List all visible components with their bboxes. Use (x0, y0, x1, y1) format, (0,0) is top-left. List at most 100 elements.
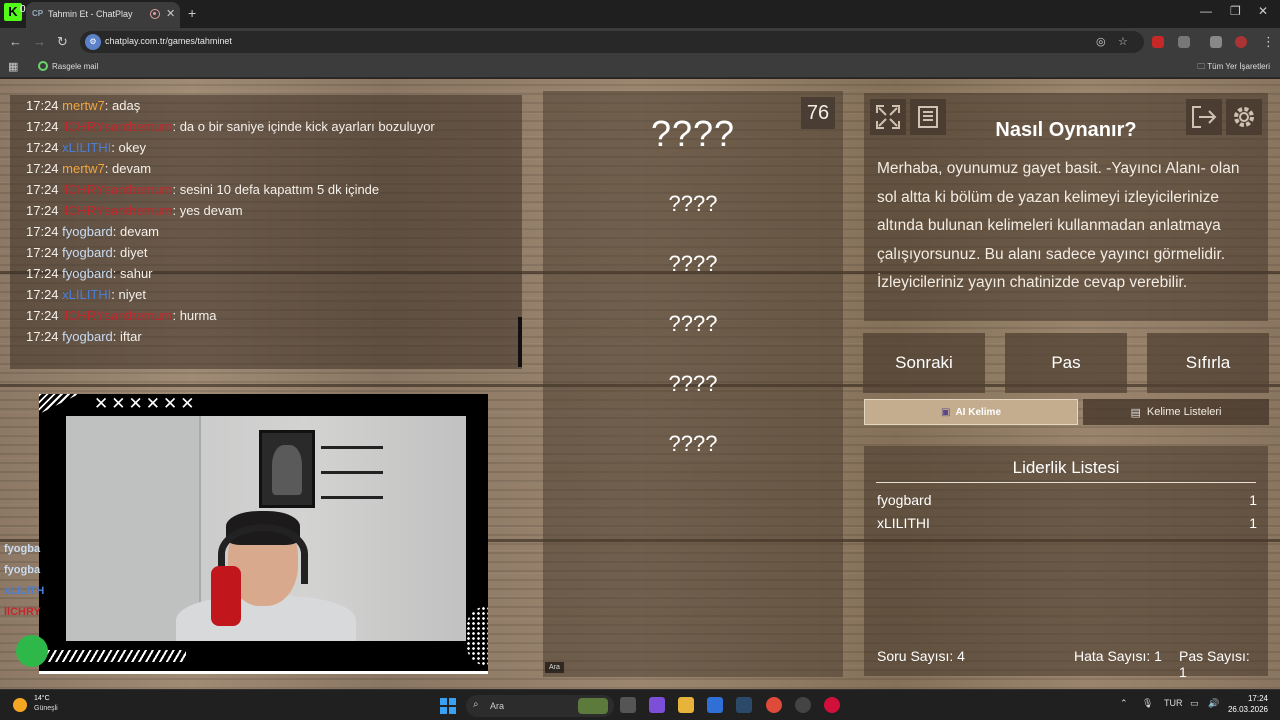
chat-text: : niyet (111, 287, 146, 302)
cam-shelf (321, 496, 383, 499)
file-explorer-icon[interactable] (678, 697, 694, 713)
app-icon[interactable] (824, 697, 840, 713)
chat-time: 17:24 (26, 182, 59, 197)
forbidden-word: ???? (668, 251, 718, 276)
forward-icon[interactable]: → (33, 34, 46, 49)
apps-grid-icon[interactable]: ▦ (8, 60, 18, 73)
chat-username[interactable]: fyogbard (62, 224, 113, 239)
chat-username[interactable]: fyogbard (62, 245, 113, 260)
microphone-icon[interactable]: 🎙 (1142, 698, 1153, 709)
taskbar-search[interactable]: ⌕ Ara (466, 695, 614, 717)
chat-username[interactable]: llCHRYsanthemum (62, 308, 172, 323)
tab-title: Tahmin Et - ChatPlay (48, 9, 133, 19)
back-icon[interactable]: ← (9, 34, 22, 49)
tray-overflow-icon[interactable]: ⌃ (1120, 698, 1128, 709)
error-count: Hata Sayısı: 1 (1074, 648, 1162, 664)
chat-message: 17:24 llCHRYsanthemum: yes devam (10, 200, 522, 221)
menu-icon[interactable]: ⋮ (1262, 34, 1275, 50)
green-circle-button[interactable] (16, 635, 48, 667)
copilot-icon[interactable] (649, 697, 665, 713)
chat-text: : iftar (112, 329, 142, 344)
word-column: 76 ???? ???????????????????? Ara (543, 91, 843, 677)
chat-message: 17:24 mertw7: adaş (10, 95, 522, 116)
forbidden-word: ???? (668, 191, 718, 216)
tab-ai-word[interactable]: ▣ AI Kelime (864, 399, 1078, 425)
taskbar-search-text: Ara (490, 701, 505, 711)
tab-close-icon[interactable]: ✕ (166, 7, 175, 20)
minimize-button[interactable]: — (1200, 4, 1212, 18)
overflow-name: xLILITH (4, 585, 45, 597)
robot-icon: ▣ (940, 406, 951, 418)
main-word: ???? (650, 113, 736, 154)
maximize-button[interactable]: ❐ (1230, 4, 1241, 18)
all-bookmarks-button[interactable]: 🗀 Tüm Yer İşaretleri (1197, 61, 1270, 75)
chat-time: 17:24 (26, 329, 59, 344)
browser-tab[interactable]: CP Tahmin Et - ChatPlay ✕ (26, 2, 180, 28)
media-control-icon[interactable] (1210, 36, 1222, 48)
tab-word-lists[interactable]: ▤ Kelime Listeleri (1083, 399, 1269, 425)
cam-wall-picture (259, 430, 315, 508)
chat-time: 17:24 (26, 287, 59, 302)
chat-message: 17:24 fyogbard: sahur (10, 263, 522, 284)
settings-button[interactable] (1226, 99, 1262, 135)
stripe-decoration (41, 650, 186, 662)
bookmark-star-icon[interactable]: ☆ (1118, 35, 1128, 48)
chat-username[interactable]: fyogbard (62, 329, 113, 344)
start-button[interactable] (440, 698, 456, 714)
tab-lists-label: Kelime Listeleri (1146, 406, 1222, 418)
extensions-icon[interactable] (1178, 36, 1190, 48)
browser-toolbar: ← → ↻ ⚙ chatplay.com.tr/games/tahminet ◎… (0, 28, 1280, 56)
input-language[interactable]: TUR (1164, 698, 1183, 708)
cam-microphone (211, 566, 241, 626)
close-window-button[interactable]: ✕ (1258, 4, 1268, 18)
leaderboard-score: 1 (1249, 515, 1257, 531)
new-tab-button[interactable]: + (188, 5, 196, 21)
task-view-icon[interactable] (620, 697, 636, 713)
app-icon[interactable] (795, 697, 811, 713)
weather-description: Güneşli (34, 705, 58, 712)
chat-text: : hurma (172, 308, 217, 323)
webcam-video (66, 416, 466, 641)
store-icon[interactable] (707, 697, 723, 713)
chat-username[interactable]: llCHRYsanthemum (62, 203, 172, 218)
search-icon: ⌕ (473, 699, 479, 710)
chat-text: : da o bir saniye içinde kick ayarları b… (172, 119, 435, 134)
extension-icon[interactable] (1152, 36, 1164, 48)
game-page: 17:24 mertw7: adaş 17:24 llCHRYsanthemum:… (0, 79, 1280, 689)
chat-username[interactable]: mertw7 (62, 98, 105, 113)
browser-tab-bar: K 0 CP Tahmin Et - ChatPlay ✕ + — ❐ ✕ (0, 0, 1280, 28)
chat-username[interactable]: llCHRYsanthemum (62, 182, 172, 197)
exit-button[interactable] (1186, 99, 1222, 135)
sun-icon[interactable] (13, 698, 27, 712)
cam-bottom-bar (39, 671, 488, 674)
chat-message: 17:24 llCHRYsanthemum: sesini 10 defa ka… (10, 179, 522, 200)
chat-username[interactable]: xLILITHI (62, 140, 111, 155)
chat-scrollbar[interactable] (518, 317, 522, 367)
profile-avatar[interactable] (1235, 36, 1247, 48)
question-count: Soru Sayısı: 4 (877, 648, 965, 664)
search-highlight-icon (578, 698, 608, 714)
reload-icon[interactable]: ↻ (57, 34, 68, 50)
chat-username[interactable]: mertw7 (62, 161, 105, 176)
chat-message: 17:24 llCHRYsanthemum: da o bir saniye i… (10, 116, 522, 137)
chat-username[interactable]: fyogbard (62, 266, 113, 281)
search-tooltip: Ara (545, 662, 564, 673)
chat-username[interactable]: xLILITHI (62, 287, 111, 302)
next-button[interactable]: Sonraki (863, 333, 985, 393)
address-bar[interactable]: ⚙ chatplay.com.tr/games/tahminet ◎ ☆ (80, 31, 1144, 53)
leaderboard-name: xLILITHI (877, 515, 930, 531)
reset-button[interactable]: Sıfırla (1147, 333, 1269, 393)
list-icon: ▤ (1130, 406, 1141, 419)
leaderboard-score: 1 (1249, 492, 1257, 508)
all-bookmarks-label: Tüm Yer İşaretleri (1207, 62, 1270, 71)
site-info-icon[interactable]: ⚙ (85, 34, 101, 50)
steam-icon[interactable] (736, 697, 752, 713)
chat-message: 17:24 xLILITHI: okey (10, 137, 522, 158)
volume-icon[interactable]: 🔊 (1208, 698, 1219, 709)
chat-username[interactable]: llCHRYsanthemum (62, 119, 172, 134)
monitor-icon[interactable]: ▭ (1190, 698, 1199, 709)
pass-button[interactable]: Pas (1005, 333, 1127, 393)
bookmark-rasgele-mail[interactable]: Rasgele mail (38, 61, 98, 71)
eye-off-icon[interactable]: ◎ (1096, 35, 1106, 48)
chrome-icon[interactable] (766, 697, 782, 713)
